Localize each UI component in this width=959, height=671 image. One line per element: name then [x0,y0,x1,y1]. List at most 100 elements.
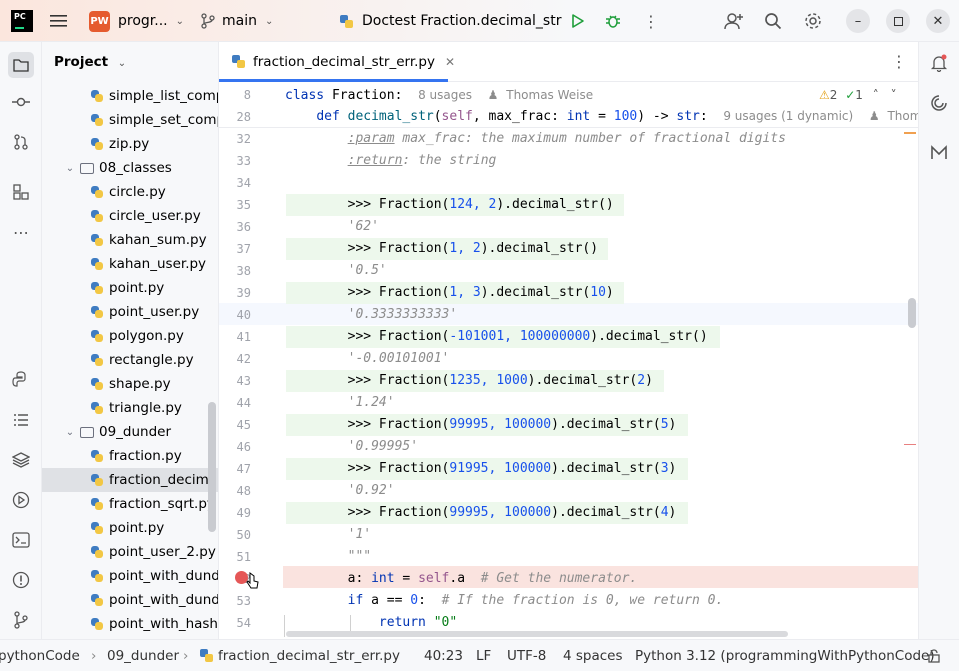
code-line-37: >>> Fraction(1, 2).decimal_str() [285,241,599,256]
error-stripe-mark[interactable] [904,444,916,445]
markdown-button[interactable] [928,142,950,164]
tree-file[interactable]: polygon.py [42,324,218,348]
debug-button[interactable] [604,0,622,42]
breadcrumb-file[interactable]: fraction_decimal_str_err.py [218,648,400,664]
todo-tool-button[interactable] [10,409,32,431]
tree-file[interactable]: circle.py [42,180,218,204]
project-tool-button[interactable] [8,52,34,78]
code-line-36: '62' [347,219,379,234]
main-menu-button[interactable] [50,0,68,42]
tab-options-icon[interactable]: ⋮ [891,52,907,71]
tree-file[interactable]: rectangle.py [42,348,218,372]
tree-folder[interactable]: ⌄ 08_classes [42,156,218,180]
author-icon: ♟ [487,87,499,102]
tree-item-label: point_user.py [109,304,200,320]
git-tool-button[interactable] [10,609,32,631]
project-panel-header[interactable]: Project ⌄ [54,54,126,70]
services-tool-button[interactable] [10,489,32,511]
chevron-down-icon[interactable]: ˅ [891,88,897,102]
python-interpreter[interactable]: Python 3.12 (programmingWithPythonCode) [635,648,935,664]
author-hint[interactable]: Thomas Weise [506,88,593,102]
tree-file[interactable]: fraction_sqrt.py [42,492,218,516]
inspection-widget[interactable]: ⚠2 ✓1 ˄ ˅ [819,88,897,102]
lock-icon[interactable] [927,649,941,663]
tree-file[interactable]: fraction_decimal_s [42,468,218,492]
sticky-line-class[interactable]: 8 class Fraction: 8 usages ♟ Thomas Weis… [219,84,918,106]
line-separator[interactable]: LF [476,648,491,664]
sticky-def-code: def decimal_str(self, max_frac: int = 10… [316,109,936,124]
problems-tool-button[interactable] [10,569,32,591]
code-line-40: '0.3333333333' [347,307,458,322]
tree-file[interactable]: point_user.py [42,300,218,324]
tab-fraction-decimal-str-err[interactable]: fraction_decimal_str_err.py ✕ [231,52,455,72]
tree-file[interactable]: simple_set_compre [42,108,218,132]
tree-file[interactable]: circle_user.py [42,204,218,228]
bug-icon [606,15,620,28]
breadcrumb-root[interactable]: pythonCode [0,648,80,664]
chevron-down-icon[interactable]: ⌄ [64,427,76,438]
code-line-45: >>> Fraction(99995, 100000).decimal_str(… [285,417,677,432]
ai-assistant-button[interactable] [928,92,950,114]
usages-hint[interactable]: 9 usages (1 dynamic) [723,109,853,123]
tree-file[interactable]: point_with_dunde [42,564,218,588]
chevron-up-icon[interactable]: ˄ [873,88,879,102]
commit-tool-button[interactable] [10,91,32,113]
error-stripe-mark[interactable] [904,132,916,134]
python-file-icon [90,113,104,127]
project-scrollbar[interactable] [208,402,216,532]
python-file-icon [90,281,104,295]
notifications-button[interactable] [928,52,950,74]
tree-file[interactable]: point.py [42,276,218,300]
project-badge[interactable]: PW [89,11,110,32]
add-user-icon [724,13,743,30]
tree-file[interactable]: fraction.py [42,444,218,468]
terminal-tool-button[interactable] [10,529,32,551]
add-user-button[interactable] [724,0,744,42]
author-icon: ♟ [868,109,880,123]
close-tab-icon[interactable]: ✕ [445,55,455,69]
sticky-line-def[interactable]: 28 def decimal_str(self, max_frac: int =… [219,106,935,128]
editor-horizontal-scrollbar[interactable] [286,631,788,637]
caret-position[interactable]: 40:23 [424,648,463,664]
more-actions-icon[interactable]: ⋮ [643,0,659,42]
minimize-button[interactable]: – [846,9,870,33]
tree-file[interactable]: point_with_hash.p [42,612,218,636]
line-number: 34 [236,176,251,190]
tree-file[interactable]: point_user_2.py [42,540,218,564]
run-config-selector[interactable]: Doctest Fraction.decimal_str [338,0,561,42]
close-window-button[interactable]: ✕ [926,9,950,33]
tree-file[interactable]: point.py [42,516,218,540]
usages-hint[interactable]: 8 usages [418,88,472,102]
weak-warning-count: 1 [855,88,863,102]
editor-vertical-scrollbar[interactable] [908,298,916,328]
more-tools-icon[interactable]: ⋯ [10,221,32,243]
indent-setting[interactable]: 4 spaces [563,648,623,664]
breadcrumb-folder[interactable]: 09_dunder [107,648,179,664]
settings-button[interactable] [804,0,822,42]
branch-selector[interactable]: main ⌄ [200,0,273,42]
python-console-tool-button[interactable] [10,369,32,391]
tree-file[interactable]: kahan_user.py [42,252,218,276]
maximize-button[interactable] [886,9,910,33]
tree-file[interactable]: shape.py [42,372,218,396]
pull-requests-tool-button[interactable] [10,131,32,153]
hamburger-icon [50,15,67,27]
tree-file[interactable]: point_with_dunde [42,588,218,612]
tree-file[interactable]: zip.py [42,132,218,156]
project-selector[interactable]: progr... ⌄ [118,0,184,42]
minimize-icon: – [854,13,862,29]
structure-tool-button[interactable] [10,181,32,203]
line-number: 42 [236,352,251,366]
tree-file[interactable]: kahan_sum.py [42,228,218,252]
search-button[interactable] [764,0,782,42]
chevron-down-icon: ⌄ [264,15,274,27]
chevron-down-icon[interactable]: ⌄ [64,163,76,174]
run-button[interactable] [570,0,586,42]
layers-tool-button[interactable] [10,449,32,471]
tree-file[interactable]: simple_list_compre [42,84,218,108]
tree-file[interactable]: triangle.py [42,396,218,420]
python-file-icon [90,353,104,367]
tree-folder[interactable]: ⌄ 09_dunder [42,420,218,444]
python-file-icon [90,521,104,535]
file-encoding[interactable]: UTF-8 [507,648,546,664]
